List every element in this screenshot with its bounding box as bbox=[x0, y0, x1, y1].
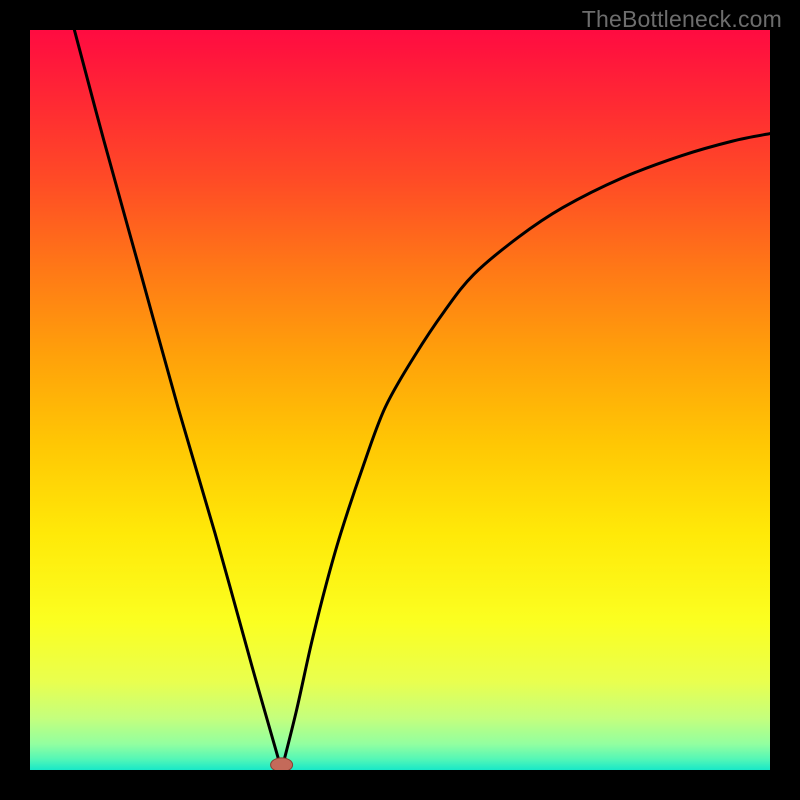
gradient-background bbox=[30, 30, 770, 770]
watermark-text: TheBottleneck.com bbox=[582, 6, 782, 33]
chart-svg bbox=[30, 30, 770, 770]
chart-plot-area bbox=[30, 30, 770, 770]
chart-frame: TheBottleneck.com bbox=[0, 0, 800, 800]
minimum-marker bbox=[271, 758, 293, 770]
